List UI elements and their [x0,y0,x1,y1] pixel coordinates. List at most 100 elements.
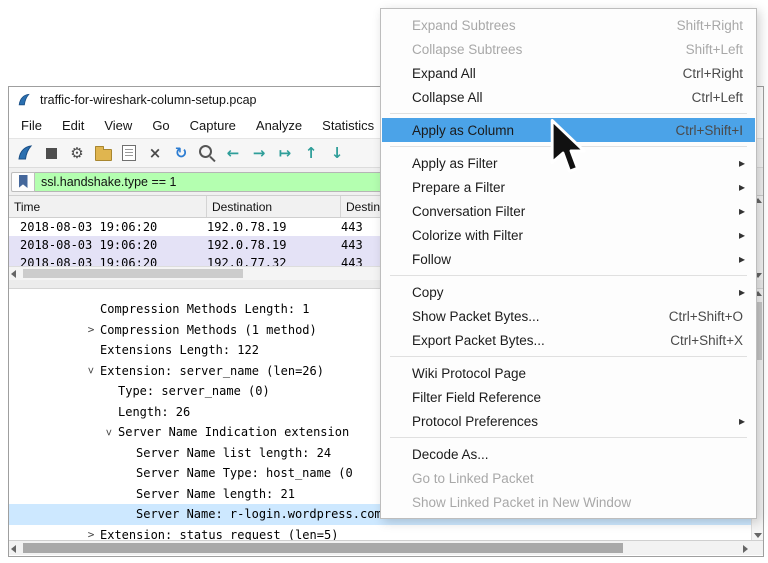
scroll-left-icon[interactable] [11,270,16,278]
detail-text: Length: 26 [118,405,190,419]
submenu-arrow-icon: ▸ [739,204,745,218]
menu-item-label: Protocol Preferences [412,414,743,429]
close-file-icon[interactable]: × [143,141,167,165]
submenu-arrow-icon: ▸ [739,285,745,299]
wireshark-logo-icon [16,92,32,108]
expand-arrow-icon[interactable]: > [82,323,100,336]
expand-arrow-icon[interactable]: > [82,528,100,540]
detail-text: Extension: status_request (len=5) [100,528,338,540]
scroll-right-icon[interactable] [743,545,748,553]
go-forward-icon[interactable]: → [247,141,271,165]
menu-item-filter-field-reference[interactable]: Filter Field Reference [382,385,755,409]
menubar-item-file[interactable]: File [11,114,52,137]
open-file-icon[interactable] [91,141,115,165]
reload-icon[interactable]: ↻ [169,141,193,165]
menu-separator [390,437,747,438]
menu-item-conversation-filter[interactable]: Conversation Filter▸ [382,199,755,223]
menu-item-protocol-preferences[interactable]: Protocol Preferences▸ [382,409,755,433]
menu-item-label: Colorize with Filter [412,228,743,243]
menu-item-label: Show Packet Bytes... [412,309,651,324]
menubar-item-statistics[interactable]: Statistics [312,114,384,137]
menu-item-expand-all[interactable]: Expand All Ctrl+Right [382,61,755,85]
collapse-arrow-icon[interactable]: > [85,362,98,380]
menu-item-shortcut: Ctrl+Right [683,66,743,81]
menu-item-label: Show Linked Packet in New Window [412,495,743,510]
collapse-arrow-icon[interactable]: > [103,423,116,441]
menu-item-label: Conversation Filter [412,204,743,219]
menu-item-show-linked-packet-in-new-window: Show Linked Packet in New Window [382,490,755,514]
detail-text: Server Name Type: host_name (0 [136,466,353,480]
capture-options-icon[interactable]: ⚙ [65,141,89,165]
menu-item-copy[interactable]: Copy▸ [382,280,755,304]
packet-destination: 192.0.78.19 [207,220,341,234]
find-packet-icon[interactable] [195,141,219,165]
submenu-arrow-icon: ▸ [739,414,745,428]
menu-item-follow[interactable]: Follow▸ [382,247,755,271]
go-back-icon[interactable]: ← [221,141,245,165]
menu-item-expand-subtrees: Expand Subtrees Shift+Right [382,13,755,37]
menu-item-show-packet-bytes[interactable]: Show Packet Bytes... Ctrl+Shift+O [382,304,755,328]
menubar-item-go[interactable]: Go [142,114,179,137]
submenu-arrow-icon: ▸ [739,252,745,266]
menu-separator [390,113,747,114]
scroll-left-icon[interactable] [11,545,16,553]
menu-item-label: Filter Field Reference [412,390,743,405]
menu-item-label: Follow [412,252,743,267]
column-header-time[interactable]: Time [9,196,207,217]
menu-item-collapse-subtrees: Collapse Subtrees Shift+Left [382,37,755,61]
detail-text: Server Name: r-login.wordpress.com [136,507,382,521]
packet-destination: 192.0.77.32 [207,256,341,266]
go-first-packet-icon[interactable]: ↑ [299,141,323,165]
packet-destination: 192.0.78.19 [207,238,341,252]
go-last-packet-icon[interactable]: ↓ [325,141,349,165]
detail-text: Compression Methods Length: 1 [100,302,310,316]
submenu-arrow-icon: ▸ [739,180,745,194]
menu-item-colorize-with-filter[interactable]: Colorize with Filter▸ [382,223,755,247]
menu-item-shortcut: Ctrl+Shift+I [675,123,743,138]
packet-time: 2018-08-03 19:06:20 [9,238,207,252]
menubar-item-edit[interactable]: Edit [52,114,94,137]
menu-item-label: Wiki Protocol Page [412,366,743,381]
menu-item-export-packet-bytes[interactable]: Export Packet Bytes... Ctrl+Shift+X [382,328,755,352]
menu-item-wiki-protocol-page[interactable]: Wiki Protocol Page [382,361,755,385]
menu-item-go-to-linked-packet: Go to Linked Packet [382,466,755,490]
packet-list-hscroll-thumb[interactable] [23,269,243,278]
menubar-item-analyze[interactable]: Analyze [246,114,312,137]
save-file-icon[interactable] [117,141,141,165]
menu-item-label: Go to Linked Packet [412,471,743,486]
menu-item-label: Expand All [412,66,665,81]
menu-item-decode-as[interactable]: Decode As... [382,442,755,466]
menu-item-shortcut: Ctrl+Left [692,90,743,105]
menu-separator [390,275,747,276]
detail-tree-row[interactable]: >Extension: status_request (len=5) [9,525,751,541]
menubar-item-capture[interactable]: Capture [180,114,246,137]
menu-item-shortcut: Shift+Left [686,42,743,57]
packet-time: 2018-08-03 19:06:20 [9,220,207,234]
bottom-hscrollbar[interactable] [9,540,763,555]
column-header-destination[interactable]: Destination [207,196,341,217]
menu-item-shortcut: Shift+Right [677,18,743,33]
menubar-item-view[interactable]: View [94,114,142,137]
mouse-cursor [549,119,593,182]
stop-capture-icon[interactable] [39,141,63,165]
scroll-down-icon[interactable] [754,533,762,538]
menu-item-shortcut: Ctrl+Shift+O [669,309,743,324]
detail-text: Server Name length: 21 [136,487,295,501]
detail-text: Compression Methods (1 method) [100,323,317,337]
bookmark-icon [19,175,28,188]
menu-item-label: Export Packet Bytes... [412,333,652,348]
window-title: traffic-for-wireshark-column-setup.pcap [40,93,257,107]
detail-text: Extensions Length: 122 [100,343,259,357]
menu-item-label: Copy [412,285,743,300]
bottom-hscroll-thumb[interactable] [23,543,623,553]
detail-text: Server Name list length: 24 [136,446,331,460]
menu-item-label: Expand Subtrees [412,18,659,33]
menu-separator [390,356,747,357]
menu-item-label: Collapse Subtrees [412,42,668,57]
menu-item-shortcut: Ctrl+Shift+X [670,333,743,348]
filter-bookmark-button[interactable] [11,172,35,192]
go-to-packet-icon[interactable]: ↦ [273,141,297,165]
menu-item-label: Apply as Column [412,123,657,138]
menu-item-collapse-all[interactable]: Collapse AllCtrl+Left [382,85,755,109]
start-capture-icon[interactable] [13,141,37,165]
